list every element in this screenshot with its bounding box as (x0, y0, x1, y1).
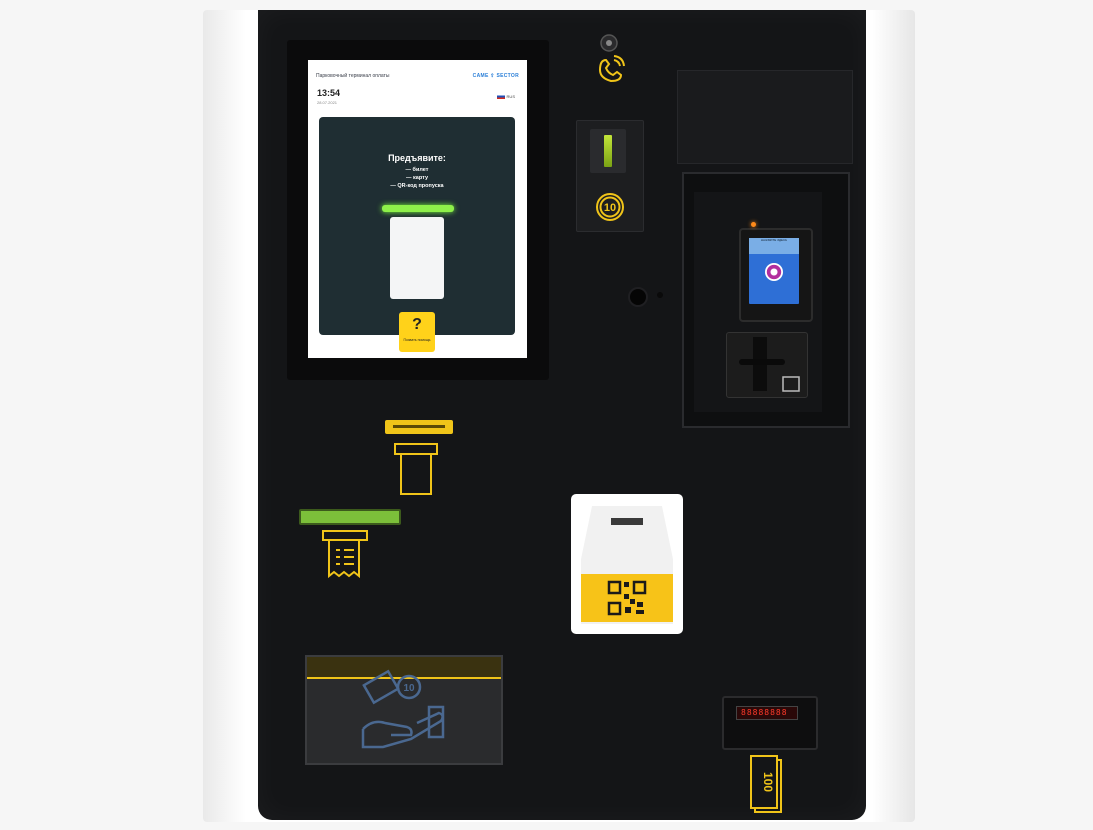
coin-acceptor[interactable]: 10 (576, 120, 644, 232)
language-label: RUS (506, 94, 515, 99)
card-reader-slot[interactable] (726, 332, 808, 398)
bill-display-digits: 88888888 (741, 708, 788, 717)
coin-value: 10 (604, 202, 616, 214)
contactless-card-icon (765, 263, 783, 281)
help-question-icon: ? (412, 316, 422, 333)
screen-slot-indicator (382, 205, 454, 212)
language-selector[interactable]: RUS (496, 94, 515, 99)
card-slot-graphic (739, 337, 800, 392)
call-help-button[interactable]: ? Позвать помощь (399, 312, 435, 352)
bill-acceptor-display: 88888888 (736, 706, 798, 720)
coin-icon: 10 (596, 193, 624, 221)
ticket-slot[interactable] (385, 420, 453, 434)
instruction-card: Предъявите: — билет — карту — QR-код про… (319, 117, 515, 335)
pinpad-header: НАЖМИТЕ ЗДЕСЬ (749, 238, 799, 254)
instruction-item-ticket: — билет (405, 167, 429, 173)
card-payment-module: НАЖМИТЕ ЗДЕСЬ (682, 172, 850, 428)
qr-reader-slot (611, 518, 643, 525)
qr-code-reader[interactable] (571, 494, 683, 634)
camera-lens (628, 287, 648, 307)
screen-date: 28.07.2021 (317, 100, 338, 105)
contactless-pinpad[interactable]: НАЖМИТЕ ЗДЕСЬ (739, 228, 813, 322)
screen-clock: 13:54 (317, 88, 341, 98)
blank-panel (677, 70, 853, 164)
sensor-dot (657, 292, 663, 298)
cash-change-icon: 10 (361, 669, 445, 749)
screen-brand-logo: CAME ⇧ SECTOR (472, 73, 519, 79)
receipt-slot[interactable] (299, 509, 401, 525)
receipt-icon (322, 530, 368, 579)
instruction-item-card: — карту (405, 175, 429, 181)
russian-flag-icon (496, 94, 505, 99)
bill-value: 100 (761, 772, 775, 792)
instruction-list: — билет — карту — QR-код пропуска (319, 166, 515, 190)
change-coin-value: 10 (403, 683, 415, 694)
ticket-icon (394, 443, 438, 495)
pinpad-screen: НАЖМИТЕ ЗДЕСЬ (749, 238, 799, 304)
instruction-item-qr: — QR-код пропуска (390, 183, 444, 189)
card-insert-icon (782, 376, 800, 392)
screen-header: Парковочный терминал оплаты CAME ⇧ SECTO… (316, 70, 519, 82)
coin-slot[interactable] (590, 129, 626, 173)
status-led (751, 222, 756, 227)
touchscreen[interactable]: Парковочный терминал оплаты CAME ⇧ SECTO… (308, 60, 527, 358)
qr-icon (607, 580, 647, 616)
call-icon[interactable] (592, 30, 626, 90)
screen-ticket-illustration (390, 217, 444, 299)
screen-location: Парковочный терминал оплаты (316, 73, 390, 79)
bill-acceptor[interactable]: 88888888 (722, 696, 818, 750)
change-dispenser-tray[interactable]: 10 (305, 655, 503, 765)
banknote-icon: 100 (750, 755, 782, 813)
help-label: Позвать помощь (403, 338, 431, 342)
instruction-title: Предъявите: (388, 153, 446, 163)
